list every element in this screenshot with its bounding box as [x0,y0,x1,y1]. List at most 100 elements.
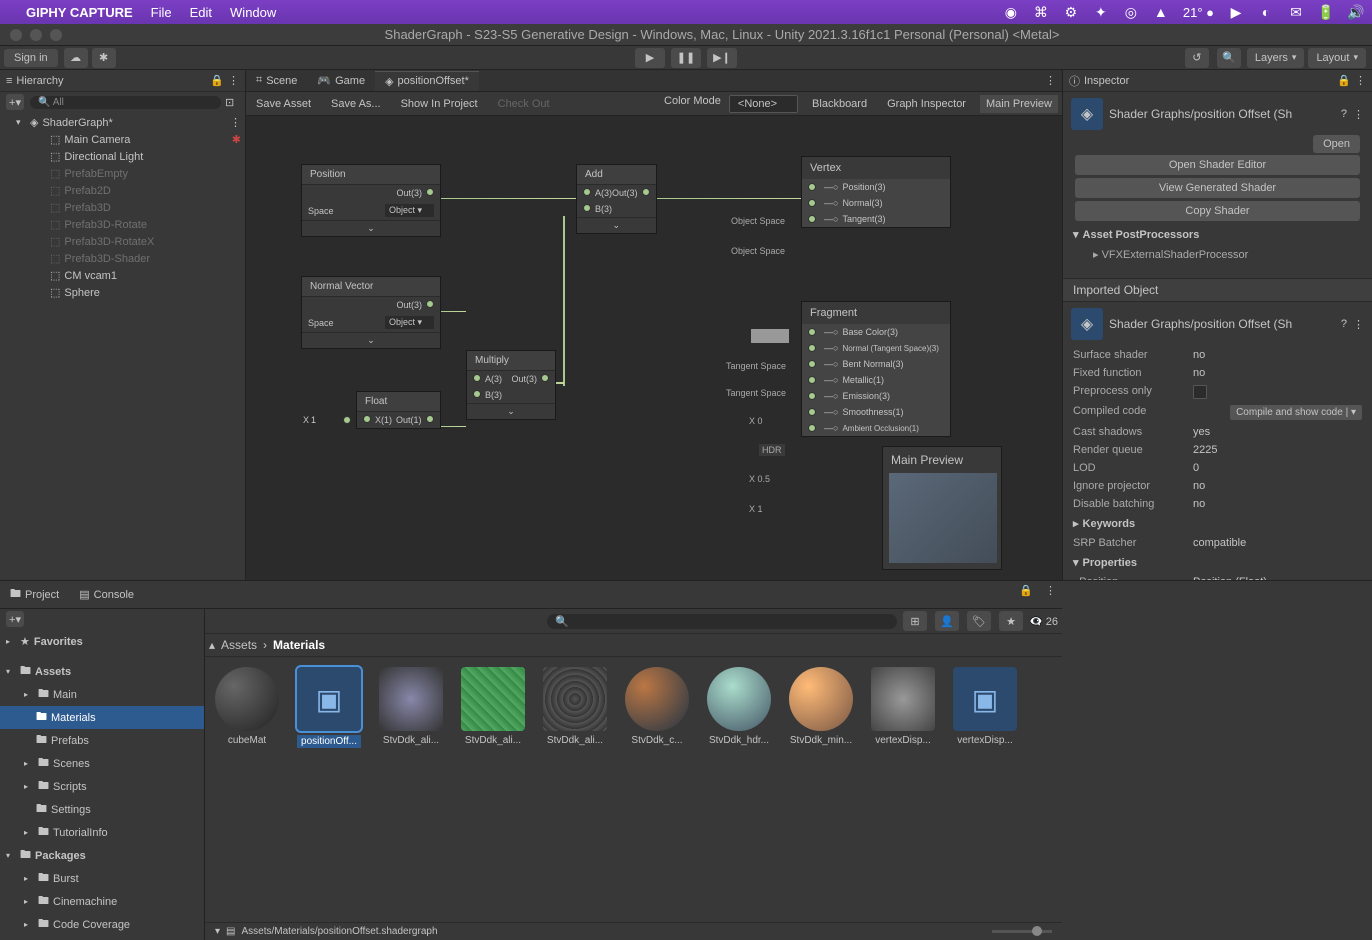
help-icon[interactable]: ? [1341,108,1347,120]
close-button[interactable] [10,29,22,41]
tray-icon[interactable]: ⌘ [1033,4,1049,20]
hierarchy-item[interactable]: ⬚Prefab3D [0,199,245,216]
scene-root[interactable]: ▾ ◈ ShaderGraph* ⋮ [0,114,245,131]
node-normal-vector[interactable]: Normal Vector Out(3) SpaceObject ▾ ⌄ [301,276,441,349]
folder-item[interactable]: 🖿Prefabs [0,729,204,752]
folder-item[interactable]: ▸🖿TutorialInfo [0,821,204,844]
checkout-button[interactable]: Check Out [492,95,556,113]
expand-icon[interactable]: ▸ [1073,517,1079,530]
lock-icon[interactable]: 🔒 [1013,581,1039,608]
menu-icon[interactable]: ⋮ [1353,108,1364,121]
folder-item[interactable]: ▸🖿Scenes [0,752,204,775]
tray-icon[interactable]: ✉ [1288,4,1304,20]
open-button[interactable]: Open [1313,135,1360,153]
node-vertex[interactable]: Vertex —○Position(3) —○Normal(3) —○Tange… [801,156,951,228]
tray-icon[interactable]: ▲ [1153,4,1169,20]
folder-item[interactable]: ▸🖿Scripts [0,775,204,798]
hierarchy-item[interactable]: ⬚Sphere [0,284,245,301]
tab-project[interactable]: 🖿Project [0,581,69,608]
menu-icon[interactable]: ⋮ [1355,74,1366,87]
hierarchy-search[interactable]: 🔍 All [30,96,221,109]
tray-icon[interactable]: ⚙ [1063,4,1079,20]
asset-item[interactable]: ▣vertexDisp... [953,667,1017,746]
asset-item[interactable]: ▣positionOff... [297,667,361,748]
asset-item[interactable]: StvDdk_c... [625,667,689,746]
tray-icon[interactable]: ◎ [1123,4,1139,20]
show-in-project-button[interactable]: Show In Project [395,95,484,113]
hierarchy-item[interactable]: ⬚PrefabEmpty [0,165,245,182]
filter-icon[interactable]: ★ [999,611,1023,631]
graph-inspector-toggle[interactable]: Graph Inspector [881,95,972,113]
scene-icon[interactable]: ⊡ [225,96,241,109]
asset-item[interactable]: StvDdk_min... [789,667,853,746]
expand-icon[interactable]: ▾ [16,117,26,128]
hidden-count[interactable]: 👁‍🗨 26 [1029,615,1058,628]
layout-dropdown[interactable]: Layout [1308,48,1366,68]
history-icon[interactable]: ↺ [1185,48,1209,68]
compile-button[interactable]: Compile and show code | ▾ [1230,405,1362,420]
tab-game[interactable]: 🎮Game [307,71,375,90]
collapse-icon[interactable]: ⌄ [302,220,440,236]
breadcrumb-item[interactable]: Assets [221,638,257,652]
battery-icon[interactable]: 🔋 [1318,4,1334,20]
menu-file[interactable]: File [151,5,172,20]
asset-item[interactable]: StvDdk_ali... [379,667,443,746]
tab-scene[interactable]: ⌗Scene [246,71,307,90]
packages-folder[interactable]: ▾🖿Packages [0,844,204,867]
scene-menu-icon[interactable]: ⋮ [230,116,241,129]
minimize-button[interactable] [30,29,42,41]
color-mode-select[interactable]: <None> [729,95,798,113]
tab-console[interactable]: ▤Console [69,581,144,608]
tray-icon[interactable]: ▶ [1228,4,1244,20]
menu-edit[interactable]: Edit [190,5,212,20]
folder-item[interactable]: 🖿Materials [0,706,204,729]
filter-icon[interactable]: 👤 [935,611,959,631]
folder-item[interactable]: ▸🖿Main [0,683,204,706]
collapse-icon[interactable]: ⌄ [302,332,440,348]
lock-icon[interactable]: 🔒 [1337,74,1351,87]
collapse-icon[interactable]: ⌄ [577,217,656,233]
hierarchy-item[interactable]: ⬚Prefab3D-Shader [0,250,245,267]
node-multiply[interactable]: Multiply A(3)Out(3) B(3) ⌄ [466,350,556,420]
space-dropdown[interactable]: Object ▾ [385,204,434,217]
search-icon[interactable]: 🔍 [1217,48,1241,68]
asset-item[interactable]: StvDdk_hdr... [707,667,771,746]
step-button[interactable]: ▶❙ [707,48,737,68]
tray-icon[interactable]: ✦ [1093,4,1109,20]
asset-item[interactable]: StvDdk_ali... [543,667,607,746]
node-add[interactable]: Add A(3)Out(3) B(3) ⌄ [576,164,657,234]
expand-icon[interactable]: ▸ [1093,249,1099,261]
help-icon[interactable]: ? [1341,318,1347,330]
menu-icon[interactable]: ⋮ [1353,318,1364,331]
layers-dropdown[interactable]: Layers [1247,48,1305,68]
save-asset-button[interactable]: Save Asset [250,95,317,113]
blackboard-toggle[interactable]: Blackboard [806,95,873,113]
lock-icon[interactable]: 🔒 [210,74,224,87]
volume-icon[interactable]: 🔊 [1348,4,1364,20]
color-swatch[interactable] [751,329,789,343]
menu-icon[interactable]: ⋮ [228,74,239,87]
preprocess-checkbox[interactable] [1193,385,1207,399]
folder-item[interactable]: ▸🖿Burst [0,867,204,890]
open-shader-editor-button[interactable]: Open Shader Editor [1075,155,1360,175]
menu-icon[interactable]: ⋮ [1039,581,1062,608]
favorites-folder[interactable]: ▸★Favorites [0,633,204,650]
collapse-icon[interactable]: ⌄ [467,403,555,419]
shadergraph-canvas[interactable]: Position Out(3) SpaceObject ▾ ⌄ Normal V… [246,116,1062,580]
thumbnail-size-slider[interactable] [992,930,1052,933]
folder-item[interactable]: 🖿Settings [0,798,204,821]
asset-item[interactable]: cubeMat [215,667,279,746]
hierarchy-item[interactable]: ⬚Prefab2D [0,182,245,199]
save-as-button[interactable]: Save As... [325,95,387,113]
tab-menu-icon[interactable]: ⋮ [1039,74,1062,87]
cloud-icon[interactable]: ☁ [64,48,88,68]
add-button[interactable]: +▾ [6,94,24,110]
assets-folder[interactable]: ▾🖿Assets [0,660,204,683]
asset-item[interactable]: StvDdk_ali... [461,667,525,746]
breadcrumb-item[interactable]: Materials [273,638,325,652]
app-name[interactable]: GIPHY CAPTURE [26,5,133,20]
zoom-button[interactable] [50,29,62,41]
expand-icon[interactable]: ▾ [1073,228,1079,241]
view-generated-shader-button[interactable]: View Generated Shader [1075,178,1360,198]
hierarchy-item[interactable]: ⬚Prefab3D-Rotate [0,216,245,233]
